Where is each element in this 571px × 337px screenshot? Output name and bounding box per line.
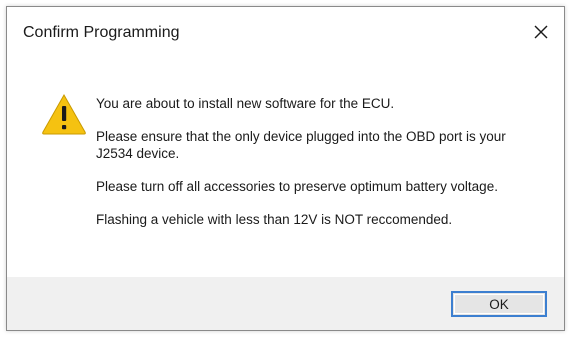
close-button[interactable]: [522, 17, 560, 47]
dialog-content: You are about to install new software fo…: [7, 55, 564, 273]
warning-icon: [42, 93, 86, 135]
message-text: Please ensure that the only device plugg…: [96, 129, 506, 161]
message-text: Flashing a vehicle with less than 12V is…: [96, 212, 453, 227]
dialog-footer: OK: [7, 277, 564, 330]
message-text: Please turn off all accessories to prese…: [96, 179, 498, 194]
message-list: You are about to install new software fo…: [96, 95, 536, 244]
message-text: You are about to install new software fo…: [96, 96, 395, 111]
close-icon: [534, 25, 548, 39]
confirm-programming-dialog: Confirm Programming You are about to ins…: [6, 6, 565, 331]
title-bar: Confirm Programming: [7, 7, 564, 55]
ok-button[interactable]: OK: [451, 291, 547, 317]
dialog-title: Confirm Programming: [23, 24, 180, 41]
